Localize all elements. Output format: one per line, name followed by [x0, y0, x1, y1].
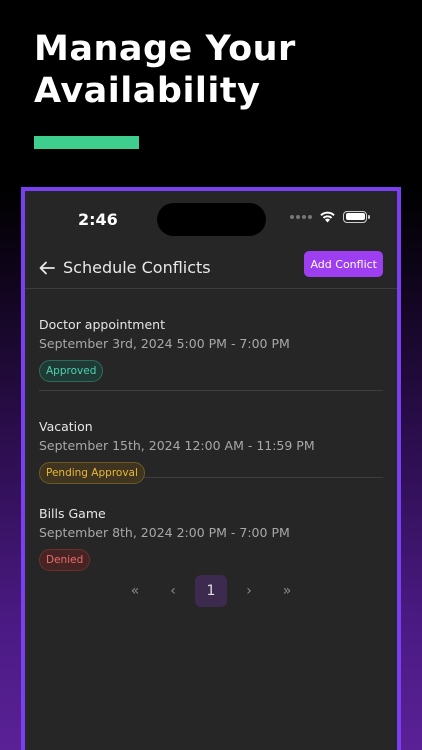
- conflict-title: Doctor appointment: [39, 317, 165, 332]
- conflict-title: Bills Game: [39, 506, 106, 521]
- status-time: 2:46: [78, 210, 118, 229]
- conflict-title: Vacation: [39, 419, 93, 434]
- conflict-date: September 3rd, 2024 5:00 PM - 7:00 PM: [39, 336, 290, 351]
- conflict-list: Doctor appointment September 3rd, 2024 5…: [25, 289, 397, 571]
- status-icons: [290, 210, 370, 223]
- dynamic-island: [157, 203, 266, 236]
- accent-bar: [34, 136, 139, 149]
- previous-page-button[interactable]: ‹: [157, 575, 189, 607]
- current-page-button[interactable]: 1: [195, 575, 227, 607]
- pagination: « ‹ 1 › »: [25, 575, 397, 607]
- headline-line-1: Manage Your: [34, 29, 296, 69]
- headline: Manage Your Availability: [34, 28, 296, 112]
- battery-icon: [343, 210, 370, 223]
- next-page-button[interactable]: ›: [233, 575, 265, 607]
- app-header: Schedule Conflicts Add Conflict: [25, 251, 397, 289]
- conflict-item[interactable]: Bills Game September 8th, 2024 2:00 PM -…: [39, 478, 383, 571]
- conflict-item[interactable]: Doctor appointment September 3rd, 2024 5…: [39, 289, 383, 391]
- first-page-button[interactable]: «: [119, 575, 151, 607]
- add-conflict-button[interactable]: Add Conflict: [304, 251, 383, 277]
- back-arrow-icon[interactable]: [38, 259, 56, 277]
- status-badge: Approved: [39, 360, 104, 382]
- cellular-signal-icon: [290, 214, 312, 219]
- status-bar: 2:46: [25, 191, 397, 251]
- last-page-button[interactable]: »: [271, 575, 303, 607]
- headline-line-2: Availability: [34, 71, 261, 111]
- page-title: Schedule Conflicts: [63, 258, 211, 277]
- status-badge: Pending Approval: [39, 462, 145, 484]
- conflict-item[interactable]: Vacation September 15th, 2024 12:00 AM -…: [39, 391, 383, 484]
- wifi-icon: [320, 211, 335, 223]
- conflict-date: September 8th, 2024 2:00 PM - 7:00 PM: [39, 525, 290, 540]
- status-badge: Denied: [39, 549, 91, 571]
- phone-frame: 2:46 Schedule Conflicts Add Conflict Doc…: [21, 187, 401, 750]
- conflict-date: September 15th, 2024 12:00 AM - 11:59 PM: [39, 438, 315, 453]
